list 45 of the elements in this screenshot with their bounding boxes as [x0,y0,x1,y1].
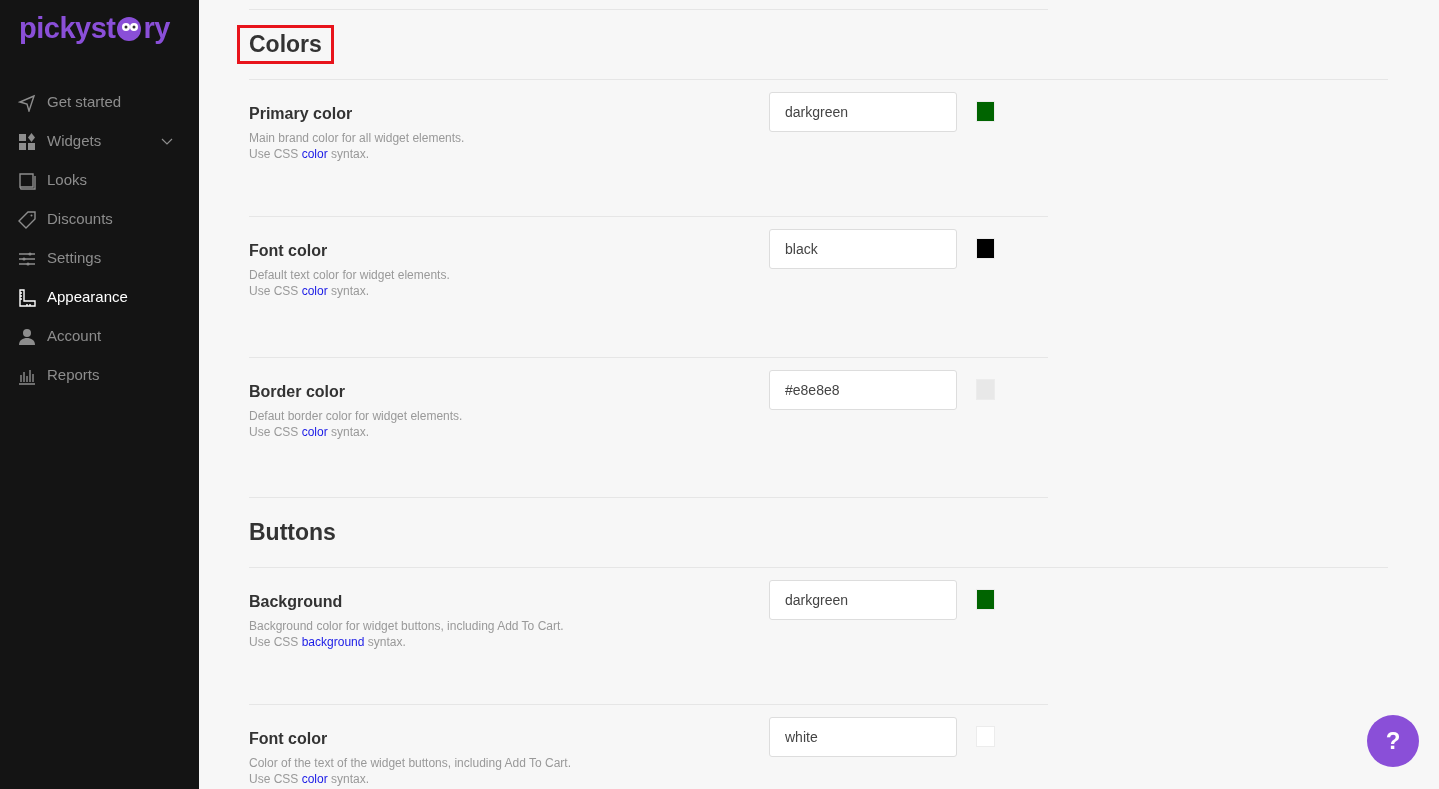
tag-icon [18,210,36,229]
sidebar-item[interactable]: Account [0,317,199,356]
sidebar-item[interactable]: Appearance [0,278,199,317]
sidebar-item[interactable]: Discounts [0,200,199,239]
css-docs-link[interactable]: background [301,635,365,649]
sidebar-item[interactable]: Settings [0,239,199,278]
css-docs-link[interactable]: color [301,147,328,161]
ruler-icon [18,288,36,307]
sidebar-item[interactable]: Looks [0,161,199,200]
field-label: Primary color [249,104,354,124]
sidebar-item[interactable]: Widgets [0,122,199,161]
css-docs-link[interactable]: color [301,284,328,298]
field-description: Default text color for widget elements. [249,267,451,283]
field-description: Color of the text of the widget buttons, including Add To Cart. [249,755,572,771]
sidebar-item[interactable]: Reports [0,356,199,395]
color-input-field[interactable]: white [769,717,957,757]
mascot-icon [116,15,143,42]
field-description: Defaut border color for widget elements. [249,408,464,424]
widgets-icon [18,132,36,151]
field-label: Font color [249,729,329,749]
section-title: Colors [237,24,334,65]
field-label: Font color [249,241,329,261]
color-input-field[interactable]: #e8e8e8 [769,370,957,410]
color-input-field[interactable]: darkgreen [769,580,957,620]
book-icon [18,171,36,190]
syntax-hint: Use CSS color syntax. [249,424,371,440]
field-description: Background color for widget buttons, including Add To Cart. [249,618,565,634]
logo-text: ry [143,14,170,43]
field-label: Background [249,592,344,612]
css-docs-link[interactable]: color [301,772,328,786]
field-description: Main brand color for all widget elements. [249,130,466,146]
syntax-hint: Use CSS color syntax. [249,146,371,162]
color-input-field[interactable]: darkgreen [769,92,957,132]
user-icon [18,327,36,346]
syntax-hint: Use CSS background syntax. [249,634,407,650]
section-title: Buttons [248,517,337,547]
color-input-field[interactable]: black [769,229,957,269]
syntax-hint: Use CSS color syntax. [249,283,371,299]
syntax-hint: Use CSS color syntax. [249,771,371,787]
help-chat-button[interactable]: ? [1367,715,1419,767]
css-docs-link[interactable]: color [301,425,328,439]
field-label: Border color [249,382,346,402]
send-icon [18,93,36,112]
sidebar-item[interactable]: Get started [0,83,199,122]
logo-text: pickyst [19,14,116,43]
